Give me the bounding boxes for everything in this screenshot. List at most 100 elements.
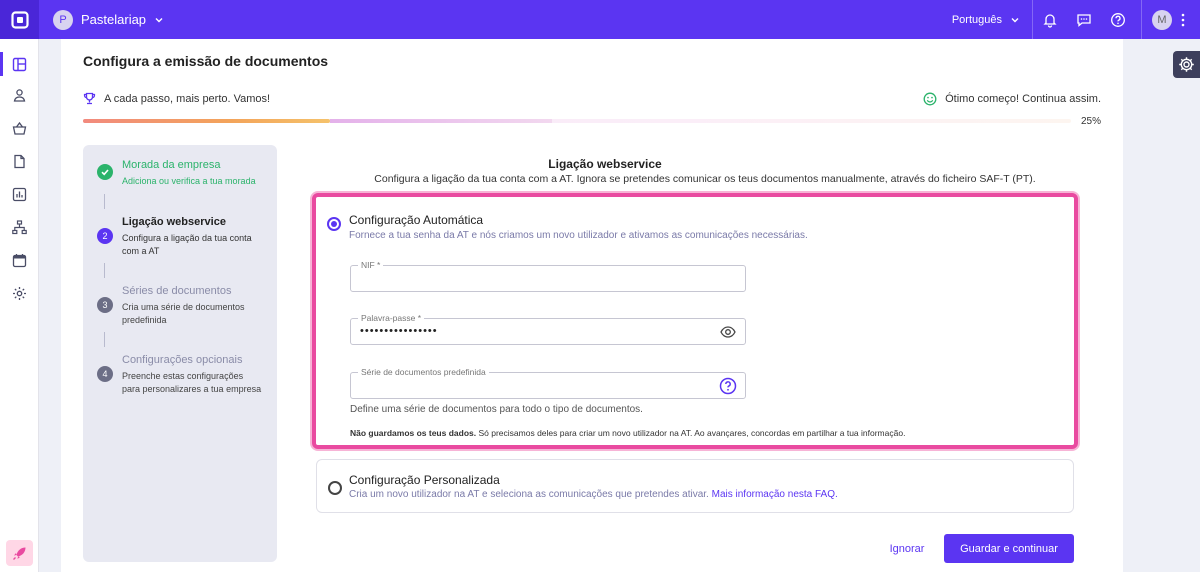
password-field[interactable]: Palavra-passe * •••••••••••••••• — [350, 313, 746, 345]
trophy-icon — [83, 92, 96, 105]
calendar-icon — [12, 253, 27, 267]
ignore-button[interactable]: Ignorar — [879, 535, 935, 563]
chevron-down-icon — [1011, 17, 1019, 22]
page-title: Configura a emissão de documentos — [83, 53, 329, 69]
help-icon — [1111, 12, 1125, 27]
top-bar: P Pastelariap Português M — [0, 0, 1200, 39]
nav-documents[interactable] — [0, 149, 39, 173]
user-avatar[interactable]: M — [1152, 9, 1172, 30]
help-icon — [719, 377, 737, 395]
series-help-button[interactable] — [719, 377, 737, 395]
series-hint: Define uma série de documentos para todo… — [350, 404, 643, 415]
nav-calendar[interactable] — [0, 248, 39, 272]
save-continue-button[interactable]: Guardar e continuar — [944, 534, 1074, 563]
step-number: 3 — [97, 297, 113, 313]
nav-reports[interactable] — [0, 182, 39, 206]
section-subtitle: Configura a ligação da tua conta com a A… — [374, 173, 1036, 185]
notifications-button[interactable] — [1033, 0, 1067, 39]
progress-status: Ótimo começo! Continua assim. — [923, 92, 1101, 106]
nif-field[interactable]: NIF * — [350, 260, 746, 292]
nif-input[interactable] — [360, 272, 710, 284]
step-description: Cria uma série de documentos predefinida — [122, 302, 245, 325]
kebab-menu-icon — [1181, 13, 1185, 26]
company-name: Pastelariap — [81, 12, 147, 27]
show-password-button[interactable] — [719, 323, 737, 341]
onboarding-rocket-button[interactable] — [6, 540, 33, 566]
password-label: Palavra-passe * — [358, 313, 425, 323]
hierarchy-icon — [12, 219, 27, 234]
step-connector — [104, 194, 105, 209]
step-description: Adiciona ou verifica a tua morada — [122, 176, 256, 186]
auto-config-title: Configuração Automática — [349, 213, 484, 227]
language-label: Português — [951, 13, 1002, 26]
custom-config-card[interactable]: Configuração Personalizada Cria um novo … — [316, 459, 1074, 513]
step-connector — [104, 332, 105, 347]
chevron-down-icon — [155, 17, 163, 22]
step-title: Configurações opcionais — [122, 354, 243, 366]
gear-icon — [13, 286, 26, 300]
custom-config-desc-text: Cria um novo utilizador na AT e selecion… — [349, 489, 712, 500]
custom-config-radio[interactable] — [328, 481, 342, 495]
auto-config-radio[interactable] — [327, 217, 341, 231]
main-panel: Configura a emissão de documentos A cada… — [61, 39, 1123, 572]
step-description: Configura a ligação da tua conta com a A… — [122, 233, 252, 256]
page-settings-button[interactable] — [1173, 51, 1200, 78]
nav-settings[interactable] — [0, 281, 39, 305]
steps-sidebar: Morada da empresa Adiciona ou verifica a… — [83, 145, 277, 562]
faq-link[interactable]: Mais informação nesta FAQ. — [712, 489, 838, 500]
section-title: Ligação webservice — [548, 157, 662, 171]
auto-config-card[interactable]: Configuração Automática Fornece a tua se… — [312, 193, 1078, 449]
eye-icon — [720, 326, 736, 338]
messages-button[interactable] — [1067, 0, 1101, 39]
step-connector — [104, 263, 105, 278]
bell-icon — [1043, 13, 1057, 28]
more-options-button[interactable] — [1172, 13, 1194, 27]
step-title: Séries de documentos — [122, 285, 232, 297]
progress-bar-fill — [83, 119, 330, 123]
progress-motivation: A cada passo, mais perto. Vamos! — [83, 92, 270, 105]
chart-icon — [12, 187, 27, 201]
dashboard-icon — [12, 57, 27, 71]
app-logo-icon — [10, 10, 29, 29]
nif-label: NIF * — [358, 260, 384, 270]
company-avatar: P — [53, 9, 73, 30]
smile-icon — [923, 92, 937, 106]
chat-icon — [1077, 13, 1091, 27]
step-number: 2 — [97, 228, 113, 244]
progress-left-text: A cada passo, mais perto. Vamos! — [104, 92, 271, 105]
basket-icon — [12, 121, 27, 135]
progress-bar-trail — [330, 119, 553, 123]
left-navigation — [0, 39, 39, 572]
nav-contacts[interactable] — [0, 83, 39, 107]
custom-config-description: Cria um novo utilizador na AT e selecion… — [349, 489, 838, 500]
help-button[interactable] — [1101, 0, 1135, 39]
custom-config-title: Configuração Personalizada — [349, 473, 500, 487]
rocket-icon — [13, 547, 26, 560]
nav-dashboard[interactable] — [0, 52, 39, 76]
series-input[interactable] — [360, 379, 710, 391]
series-label: Série de documentos predefinida — [358, 367, 489, 377]
auto-config-description: Fornece a tua senha da AT e nós criamos … — [349, 230, 808, 241]
nav-shop[interactable] — [0, 116, 39, 140]
step-title: Morada da empresa — [122, 159, 221, 171]
progress-percent: 25% — [1080, 116, 1101, 127]
step-title: Ligação webservice — [122, 216, 226, 228]
company-switcher[interactable]: P Pastelariap — [53, 9, 164, 30]
step-description: Preenche estas configurações para person… — [122, 371, 262, 394]
privacy-notice-text: Só precisamos deles para criar um novo u… — [476, 428, 906, 438]
progress-right-text: Ótimo começo! Continua assim. — [945, 93, 1101, 105]
document-icon — [14, 154, 25, 168]
privacy-notice: Não guardamos os teus dados. Só precisam… — [350, 428, 905, 438]
nav-structure[interactable] — [0, 215, 39, 239]
progress-bar — [83, 119, 1071, 123]
password-input[interactable]: •••••••••••••••• — [360, 325, 710, 337]
app-logo[interactable] — [0, 0, 39, 39]
series-field[interactable]: Série de documentos predefinida — [350, 367, 746, 399]
top-bar-actions: Português M — [940, 0, 1200, 39]
gear-icon — [1179, 57, 1194, 72]
user-icon — [13, 88, 26, 102]
step-number: 4 — [97, 366, 113, 382]
privacy-notice-bold: Não guardamos os teus dados. — [350, 428, 477, 438]
language-selector[interactable]: Português — [940, 0, 1033, 39]
separator — [1141, 0, 1142, 39]
